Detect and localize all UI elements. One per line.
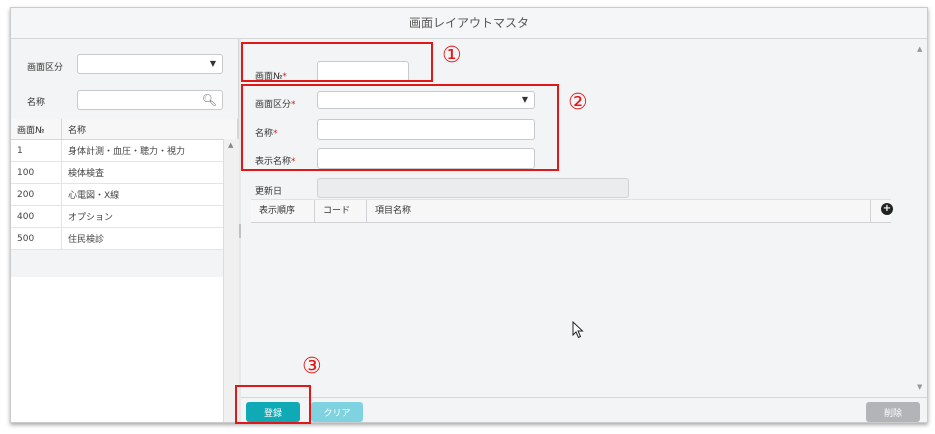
clear-button[interactable]: クリア — [311, 402, 363, 422]
annotation-number-1: ① — [442, 43, 462, 68]
column-header-item-name[interactable]: 項目名称 — [367, 200, 871, 222]
screen-list-table: 画面№ 名称 1 身体計測・血圧・聴力・視力 100 検体検査 200 心電図・X線 … — [11, 119, 238, 250]
filter-category-select[interactable]: ▼ — [77, 54, 223, 74]
annotation-number-2: ② — [568, 90, 588, 115]
delete-button[interactable]: 削除 — [866, 402, 920, 422]
row-screen-no: 100 — [11, 161, 62, 184]
items-grid-header: 表示順序 コード 項目名称 — [251, 199, 891, 223]
row-screen-no: 1 — [11, 139, 62, 162]
row-name: 検体検査 — [61, 161, 238, 184]
table-row[interactable]: 500 住民検診 — [11, 227, 238, 250]
table-header-row: 画面№ 名称 — [11, 119, 238, 140]
table-row[interactable]: 100 検体検査 — [11, 161, 238, 184]
updated-date-label: 更新日 — [255, 187, 283, 197]
window-title: 画面レイアウトマスタ — [11, 8, 927, 39]
table-row[interactable]: 1 身体計測・血圧・聴力・視力 — [11, 139, 238, 162]
row-screen-no: 200 — [11, 183, 62, 206]
annotation-box-2 — [241, 84, 559, 171]
column-header-code[interactable]: コード — [315, 200, 367, 222]
table-row[interactable]: 200 心電図・X線 — [11, 183, 238, 206]
left-vertical-scrollbar[interactable]: ▲ ▼ — [223, 139, 239, 422]
mouse-pointer-icon — [572, 321, 584, 339]
filter-category-label: 画面区分 — [27, 63, 64, 73]
filter-name-input[interactable]: 🔍︎ — [77, 90, 223, 110]
right-vertical-scrollbar[interactable]: ▲ ▼ — [913, 39, 927, 397]
annotation-number-3: ③ — [302, 354, 322, 379]
search-icon[interactable]: 🔍︎ — [202, 93, 217, 107]
row-name: 心電図・X線 — [61, 183, 238, 206]
updated-date-field — [317, 178, 629, 198]
left-pane: 画面区分 ▼ 名称 🔍︎ 画面№ 名称 1 身体計測・血圧・聴力・視力 100 検体… — [11, 39, 239, 422]
scroll-up-icon[interactable]: ▲ — [917, 45, 922, 53]
column-header-display-order[interactable]: 表示順序 — [251, 200, 315, 222]
annotation-box-1 — [241, 42, 433, 82]
scroll-down-icon[interactable]: ▼ — [917, 383, 922, 391]
caret-down-icon: ▼ — [209, 59, 216, 68]
table-row[interactable]: 400 オプション — [11, 205, 238, 228]
row-screen-no: 400 — [11, 205, 62, 228]
row-screen-no: 500 — [11, 227, 62, 250]
row-name: 身体計測・血圧・聴力・視力 — [61, 139, 238, 162]
annotation-box-3 — [235, 385, 311, 424]
app-window: 画面レイアウトマスタ 画面区分 ▼ 名称 🔍︎ 画面№ 名称 1 身体計測・血圧・… — [10, 7, 928, 423]
action-footer: 登録 クリア 削除 — [241, 397, 927, 422]
table-empty-area — [11, 277, 224, 422]
filter-name-label: 名称 — [27, 98, 46, 108]
column-header-screen-no[interactable]: 画面№ — [11, 119, 62, 140]
row-name: 住民検診 — [61, 227, 238, 250]
column-header-name[interactable]: 名称 — [61, 119, 238, 140]
add-row-plus-icon[interactable]: + — [881, 203, 893, 215]
scroll-up-icon[interactable]: ▲ — [228, 141, 233, 149]
row-name: オプション — [61, 205, 238, 228]
